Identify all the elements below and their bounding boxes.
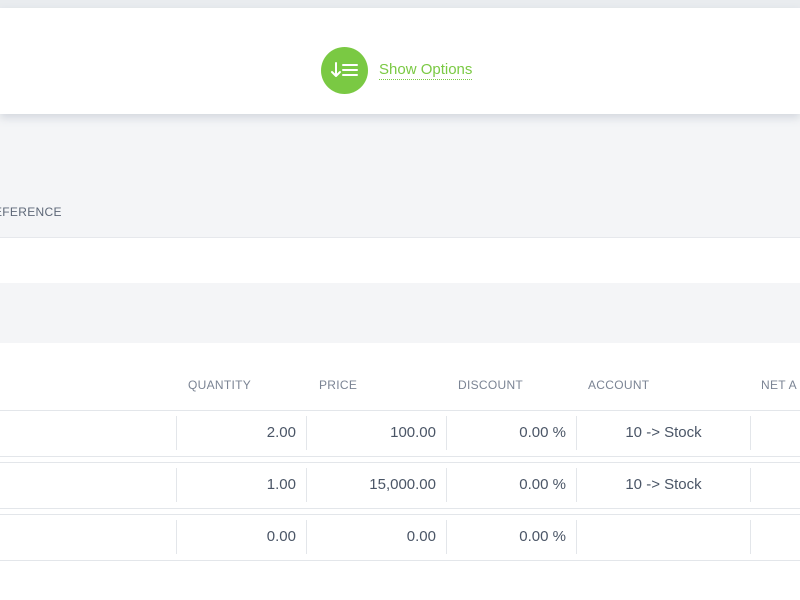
discount-cell[interactable]: 0.00 %: [446, 416, 576, 450]
net-amount-cell: [750, 416, 800, 450]
price-cell[interactable]: 100.00: [306, 416, 446, 450]
reference-header: EFERENCE: [0, 130, 800, 237]
invoice-lines-table: QUANTITY PRICE DISCOUNT ACCOUNT NET A 2.…: [0, 343, 800, 600]
reference-row[interactable]: [0, 237, 800, 284]
reference-column-header: EFERENCE: [0, 205, 62, 219]
show-options-toggle[interactable]: Show Options: [321, 46, 473, 94]
discount-cell[interactable]: 0.00 %: [446, 520, 576, 554]
column-header-account: ACCOUNT: [588, 378, 650, 392]
price-cell[interactable]: 15,000.00: [306, 468, 446, 502]
column-header-net-amount: NET A: [761, 378, 797, 392]
section-separator: [0, 283, 800, 343]
table-row[interactable]: 2.00 100.00 0.00 % 10 -> Stock: [0, 410, 800, 457]
discount-cell[interactable]: 0.00 %: [446, 468, 576, 502]
account-cell[interactable]: [576, 520, 750, 554]
quantity-cell[interactable]: 2.00: [176, 416, 306, 450]
show-options-link[interactable]: Show Options: [379, 61, 473, 80]
quantity-cell[interactable]: 1.00: [176, 468, 306, 502]
column-header-price: PRICE: [319, 378, 358, 392]
account-cell[interactable]: 10 -> Stock: [576, 468, 750, 502]
quantity-cell[interactable]: 0.00: [176, 520, 306, 554]
net-amount-cell: [750, 468, 800, 502]
top-strip: [0, 0, 800, 8]
column-header-quantity: QUANTITY: [188, 378, 252, 392]
net-amount-cell: [750, 520, 800, 554]
sort-down-list-icon[interactable]: [321, 46, 368, 94]
table-row[interactable]: 0.00 0.00 0.00 %: [0, 514, 800, 561]
price-cell[interactable]: 0.00: [306, 520, 446, 554]
table-row[interactable]: 1.00 15,000.00 0.00 % 10 -> Stock: [0, 462, 800, 509]
account-cell[interactable]: 10 -> Stock: [576, 416, 750, 450]
options-panel: Show Options: [0, 8, 800, 114]
column-header-discount: DISCOUNT: [458, 378, 524, 392]
